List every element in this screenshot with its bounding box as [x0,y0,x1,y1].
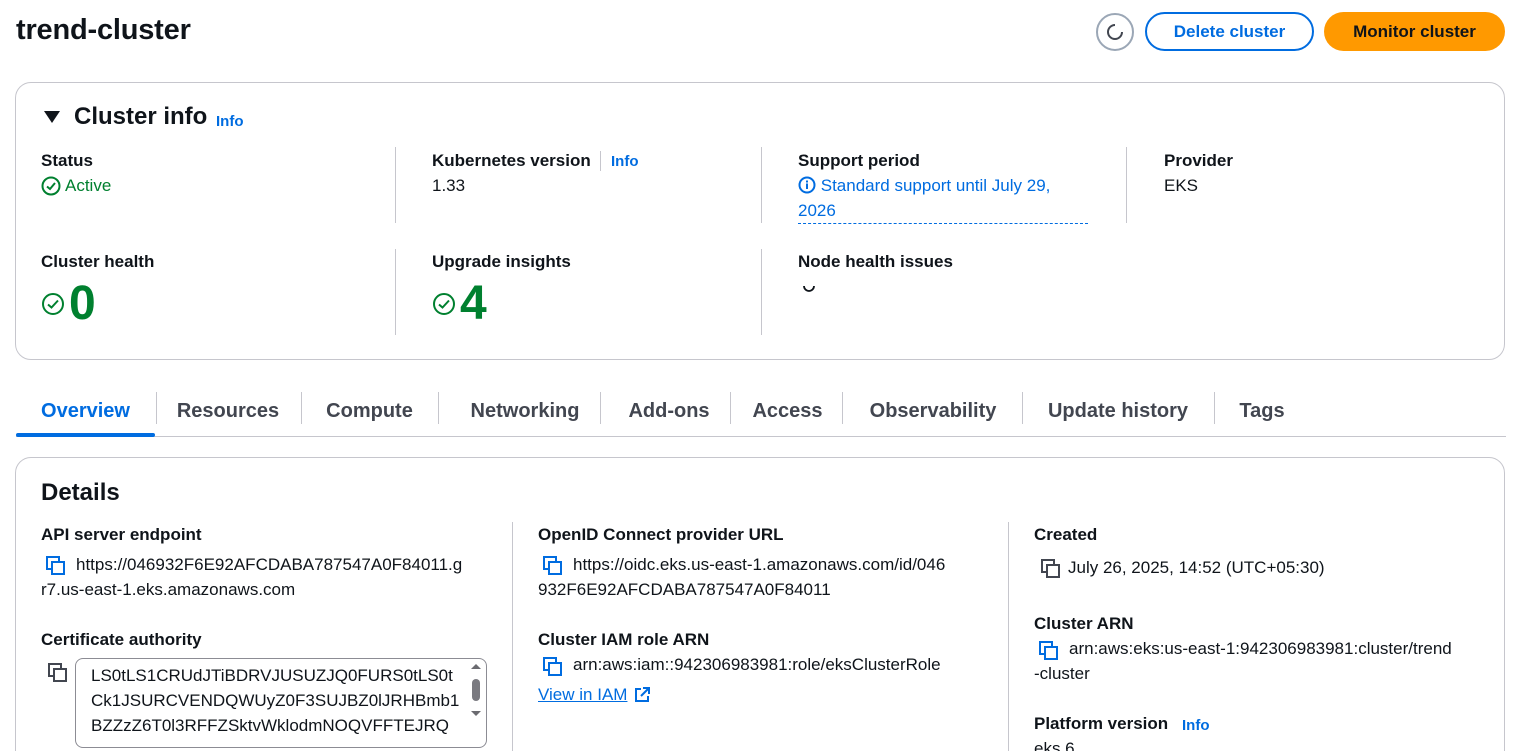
status-value: Active [41,173,111,198]
upgrade-insights-value[interactable]: 4 [432,279,487,329]
copy-icon[interactable] [1040,558,1062,580]
support-period-label: Support period [798,151,920,170]
tab-update-history[interactable]: Update history [1032,386,1204,436]
tab-observability[interactable]: Observability [852,386,1014,436]
cert-line2: Ck1JSURCVENDQWUyZ0F3SUJBZ0lJRHBmb1 [91,691,460,710]
cluster-health-value[interactable]: 0 [41,279,96,329]
oidc-url-line1: https://oidc.eks.us-east-1.amazonaws.com… [573,555,946,574]
tab-resources[interactable]: Resources [166,386,290,436]
tab-separator [301,392,302,424]
tab-tags[interactable]: Tags [1224,386,1300,436]
iam-role-label: Cluster IAM role ARN [538,630,710,649]
created-label: Created [1034,525,1098,544]
divider [1126,147,1127,223]
tab-separator [1214,392,1215,424]
platform-version-value: eks.6 [1034,739,1075,751]
refresh-button[interactable] [1096,13,1134,51]
tab-compute[interactable]: Compute [311,386,428,436]
view-in-iam-text: View in IAM [538,685,628,704]
divider [395,147,396,223]
divider [395,249,396,335]
tab-separator [600,392,601,424]
tab-bar: Overview Resources Compute Networking Ad… [16,386,1506,437]
check-circle-icon [42,293,64,315]
loading-spinner-icon [803,285,815,292]
k8s-info-link[interactable]: Info [611,153,639,170]
api-endpoint-line2: r7.us-east-1.eks.amazonaws.com [41,580,296,599]
platform-version-label: Platform version [1034,714,1169,733]
oidc-url-label: OpenID Connect provider URL [538,525,784,544]
cert-authority-label: Certificate authority [41,630,202,649]
external-link-icon [635,686,651,702]
divider [600,151,601,171]
divider [512,522,513,751]
cluster-health-label: Cluster health [41,252,155,271]
k8s-version-label: Kubernetes version [432,151,591,170]
delete-cluster-button[interactable]: Delete cluster [1145,12,1314,51]
view-in-iam-link[interactable]: View in IAM [538,682,651,707]
tab-separator [438,392,439,424]
copy-icon[interactable] [47,662,69,684]
copy-icon[interactable] [542,656,564,678]
support-line2: 2026 [798,201,836,220]
status-text: Active [65,176,112,195]
platform-info-link[interactable]: Info [1182,717,1210,734]
cluster-arn-label: Cluster ARN [1034,614,1134,633]
cluster-info-title: Cluster info [74,103,208,130]
api-endpoint-line1: https://046932F6E92AFCDABA787547A0F84011… [76,555,463,574]
monitor-cluster-button[interactable]: Monitor cluster [1324,12,1505,51]
tab-overview[interactable]: Overview [16,386,155,437]
tab-separator [1022,392,1023,424]
upgrade-insights-label: Upgrade insights [432,252,571,271]
check-circle-icon [41,176,61,195]
cluster-info-info-link[interactable]: Info [216,113,244,130]
cluster-health-count: 0 [69,277,96,330]
cluster-arn-line1: arn:aws:eks:us-east-1:942306983981:clust… [1069,639,1452,658]
tab-networking[interactable]: Networking [448,386,602,436]
oidc-url-line2: 932F6E92AFCDABA787547A0F84011 [538,580,831,599]
k8s-version-value: 1.33 [432,176,466,195]
upgrade-insights-count: 4 [460,277,487,330]
collapse-caret-icon[interactable] [44,111,60,123]
refresh-icon [1107,24,1123,40]
provider-label: Provider [1164,151,1233,170]
status-label: Status [41,151,93,170]
scrollbar[interactable] [469,663,483,743]
cert-authority-textarea[interactable]: LS0tLS1CRUdJTiBDRVJUSUZJQ0FURS0tLS0t Ck1… [75,658,487,748]
created-value: July 26, 2025, 14:52 (UTC+05:30) [1068,558,1325,577]
tab-separator [156,392,157,424]
node-health-label: Node health issues [798,252,953,271]
support-line1: Standard support until July 29, [820,176,1051,195]
divider [761,147,762,223]
support-period-link[interactable]: Standard support until July 29, 2026 [798,173,1088,224]
page-title: trend-cluster [16,14,191,46]
divider [1008,522,1009,751]
cluster-arn-line2: -cluster [1034,664,1090,683]
tab-separator [730,392,731,424]
tab-access[interactable]: Access [740,386,835,436]
tab-separator [842,392,843,424]
check-circle-icon [433,293,455,315]
copy-icon[interactable] [542,555,564,577]
cert-line1: LS0tLS1CRUdJTiBDRVJUSUZJQ0FURS0tLS0t [91,666,453,685]
cluster-info-panel: Cluster info Info Status Active Kubernet… [15,82,1505,360]
api-endpoint-label: API server endpoint [41,525,202,544]
tab-add-ons[interactable]: Add-ons [610,386,728,436]
info-circle-icon [798,176,816,194]
details-title: Details [41,479,120,506]
copy-icon[interactable] [45,555,67,577]
divider [761,249,762,335]
provider-value: EKS [1164,176,1199,195]
copy-icon[interactable] [1038,640,1060,662]
cert-line3: BZZzZ6T0l3RFFZSktvWklodmNOQVFFTEJRQ [91,716,449,735]
iam-role-value: arn:aws:iam::942306983981:role/eksCluste… [573,655,941,674]
